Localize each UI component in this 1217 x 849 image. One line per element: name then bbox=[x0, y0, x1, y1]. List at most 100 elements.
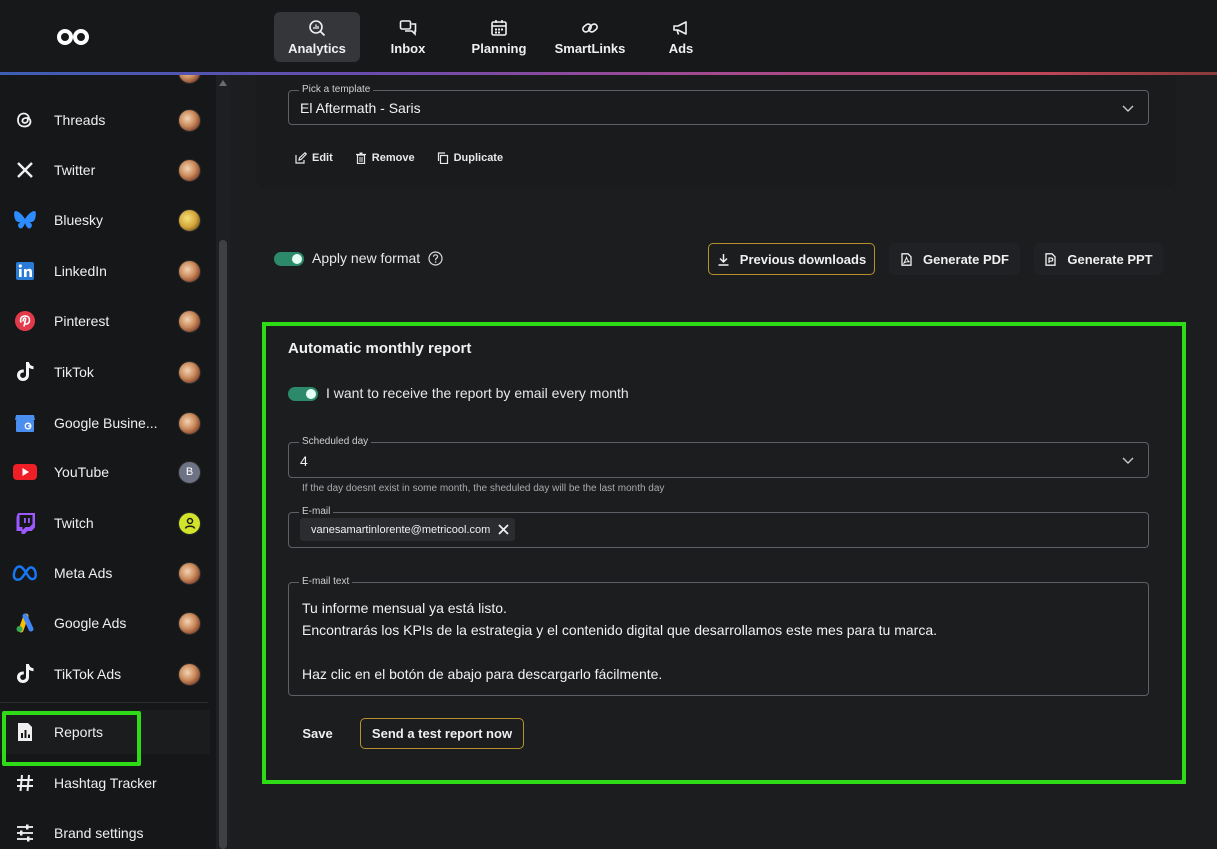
apply-new-format-toggle[interactable] bbox=[274, 252, 304, 266]
previous-downloads-label: Previous downloads bbox=[739, 251, 867, 267]
hashtag-icon bbox=[12, 770, 38, 796]
sidebar: Threads Twitter Bluesky LinkedIn Pintere… bbox=[0, 75, 216, 849]
nav-ads[interactable]: Ads bbox=[638, 12, 724, 62]
nav-planning-label: Planning bbox=[471, 40, 527, 56]
twitch-icon bbox=[12, 510, 38, 536]
email-text-legend: E-mail text bbox=[299, 576, 353, 588]
save-button[interactable]: Save bbox=[288, 718, 347, 749]
pinterest-icon bbox=[12, 308, 38, 334]
template-select[interactable]: Pick a template El Aftermath - Saris bbox=[288, 84, 1149, 125]
scheduled-day-legend: Scheduled day bbox=[299, 436, 372, 448]
nav-smartlinks-label: SmartLinks bbox=[554, 40, 626, 56]
sidebar-item-label: Twitch bbox=[54, 515, 94, 531]
nav-planning[interactable]: Planning bbox=[456, 12, 542, 62]
sidebar-item-meta-ads[interactable]: Meta Ads bbox=[0, 551, 210, 595]
sidebar-item-label: Brand settings bbox=[54, 825, 144, 841]
scroll-up-icon[interactable] bbox=[219, 80, 227, 86]
megaphone-icon bbox=[673, 20, 687, 35]
edit-icon bbox=[295, 152, 307, 164]
close-icon[interactable] bbox=[498, 524, 509, 535]
sidebar-item-google-ads[interactable]: Google Ads bbox=[0, 601, 210, 645]
duplicate-template-button[interactable]: Duplicate bbox=[437, 152, 503, 164]
sidebar-item-label: Google Ads bbox=[54, 615, 127, 631]
sidebar-item-youtube[interactable]: YouTube B bbox=[0, 450, 210, 494]
nav-smartlinks[interactable]: SmartLinks bbox=[547, 12, 633, 62]
avatar bbox=[178, 411, 201, 435]
scheduled-day-select[interactable]: Scheduled day 4 bbox=[288, 436, 1149, 478]
avatar: B bbox=[178, 460, 201, 484]
sidebar-item-label: Twitter bbox=[54, 162, 96, 178]
sidebar-item-twitter[interactable]: Twitter bbox=[0, 148, 210, 192]
template-select-legend: Pick a template bbox=[299, 84, 374, 96]
tiktok-icon bbox=[12, 661, 38, 687]
edit-template-button[interactable]: Edit bbox=[295, 152, 333, 164]
tiktok-icon bbox=[12, 359, 38, 385]
email-text-line: Haz clic en el botón de abajo para desca… bbox=[302, 666, 663, 682]
sidebar-item-linkedin[interactable]: LinkedIn bbox=[0, 249, 210, 293]
send-test-report-label: Send a test report now bbox=[371, 726, 513, 741]
sidebar-item-label: Google Busine... bbox=[54, 415, 158, 431]
monthly-report-title: Automatic monthly report bbox=[288, 340, 472, 357]
apply-new-format: Apply new format bbox=[312, 250, 443, 266]
threads-icon bbox=[12, 107, 38, 133]
sidebar-item-pinterest[interactable]: Pinterest bbox=[0, 299, 210, 343]
meta-icon bbox=[12, 560, 38, 586]
sidebar-item-twitch[interactable]: Twitch bbox=[0, 501, 210, 545]
sidebar-item-bluesky[interactable]: Bluesky bbox=[0, 198, 210, 242]
email-text-line: Encontrarás los KPIs de la estrategia y … bbox=[302, 622, 937, 638]
sidebar-scrollbar-thumb[interactable] bbox=[219, 240, 227, 849]
sidebar-item-hashtag-tracker[interactable]: Hashtag Tracker bbox=[0, 761, 210, 805]
send-test-report-button[interactable]: Send a test report now bbox=[360, 718, 524, 749]
avatar bbox=[178, 360, 201, 384]
edit-template-label: Edit bbox=[312, 152, 333, 164]
pdf-file-icon bbox=[901, 252, 912, 266]
scheduled-day-value: 4 bbox=[300, 453, 308, 469]
template-select-value: El Aftermath - Saris bbox=[300, 100, 421, 116]
avatar bbox=[178, 511, 201, 535]
remove-template-label: Remove bbox=[371, 152, 415, 164]
top-bar: Analytics Inbox Planning SmartLinks Ads bbox=[0, 0, 1217, 74]
linkedin-icon bbox=[12, 258, 38, 284]
sidebar-item-label: LinkedIn bbox=[54, 263, 107, 279]
generate-pdf-button[interactable]: Generate PDF bbox=[889, 243, 1020, 275]
email-chip-label: vanesamartinlorente@metricool.com bbox=[311, 523, 491, 536]
avatar bbox=[178, 108, 201, 132]
trash-icon bbox=[355, 152, 366, 164]
sidebar-item-tiktok[interactable]: TikTok bbox=[0, 350, 210, 394]
sidebar-divider bbox=[0, 702, 208, 703]
metricool-logo-icon[interactable] bbox=[56, 28, 90, 46]
generate-ppt-label: Generate PPT bbox=[1067, 251, 1153, 267]
nav-inbox[interactable]: Inbox bbox=[365, 12, 451, 62]
sidebar-item-label: TikTok Ads bbox=[54, 666, 122, 682]
sidebar-item-brand-settings[interactable]: Brand settings bbox=[0, 811, 210, 849]
help-icon[interactable] bbox=[428, 250, 443, 266]
reports-highlight-box bbox=[2, 711, 141, 766]
remove-template-button[interactable]: Remove bbox=[355, 152, 415, 164]
sidebar-item-threads[interactable]: Threads bbox=[0, 98, 210, 142]
email-chip: vanesamartinlorente@metricool.com bbox=[300, 518, 516, 541]
youtube-icon bbox=[12, 459, 38, 485]
monthly-email-toggle-label: I want to receive the report by email ev… bbox=[326, 385, 629, 401]
nav-analytics[interactable]: Analytics bbox=[274, 12, 360, 62]
avatar bbox=[178, 309, 201, 333]
avatar bbox=[178, 158, 201, 182]
google-business-icon bbox=[12, 410, 38, 436]
sidebar-item-google-business[interactable]: Google Busine... bbox=[0, 401, 210, 445]
nav-ads-label: Ads bbox=[668, 40, 694, 56]
sliders-icon bbox=[12, 820, 38, 846]
sidebar-item-label: YouTube bbox=[54, 464, 110, 480]
sidebar-item-label: Pinterest bbox=[54, 313, 110, 329]
previous-downloads-button[interactable]: Previous downloads bbox=[708, 243, 875, 275]
monthly-email-toggle[interactable] bbox=[288, 387, 318, 401]
generate-pdf-label: Generate PDF bbox=[923, 251, 1009, 267]
avatar bbox=[178, 208, 201, 232]
email-text-line bbox=[302, 641, 937, 663]
sidebar-item-tiktok-ads[interactable]: TikTok Ads bbox=[0, 652, 210, 696]
calendar-icon bbox=[491, 19, 507, 36]
generate-ppt-button[interactable]: Generate PPT bbox=[1034, 243, 1163, 275]
sidebar-item-label: Meta Ads bbox=[54, 565, 113, 581]
scheduled-day-helper-text: If the day doesnt exist in some month, t… bbox=[302, 483, 665, 494]
email-text-line: Tu informe mensual ya está listo. bbox=[302, 600, 507, 616]
analytics-search-icon bbox=[309, 19, 326, 36]
link-icon bbox=[582, 22, 598, 33]
